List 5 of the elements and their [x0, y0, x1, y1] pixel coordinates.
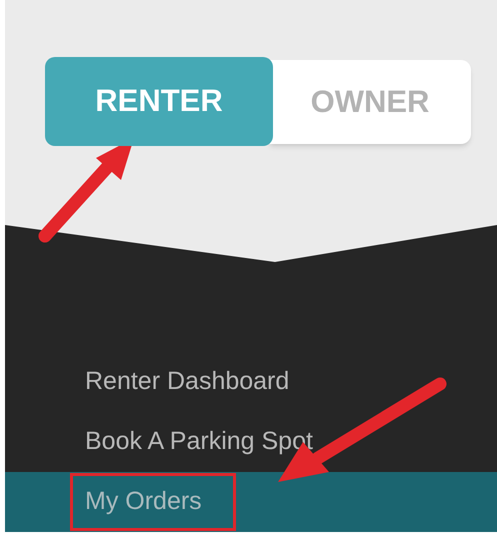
menu-item[interactable]: Renter Dashboard	[5, 352, 497, 412]
menu-item[interactable]: My Orders	[5, 472, 497, 532]
menu-item[interactable]: Book A Parking Spot	[5, 412, 497, 472]
role-tab[interactable]: RENTER	[45, 57, 273, 146]
role-tab[interactable]: OWNER	[269, 60, 471, 144]
